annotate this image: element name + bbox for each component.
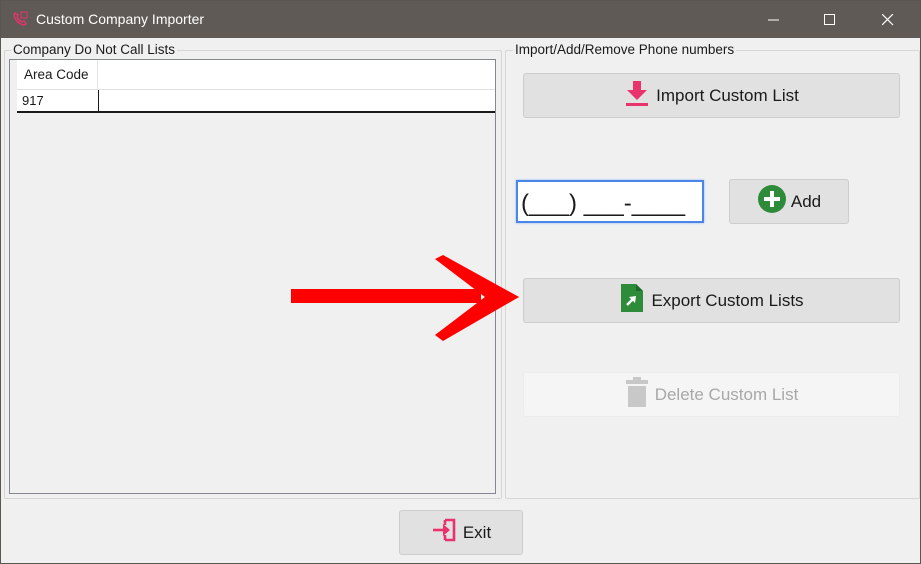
add-label: Add: [790, 191, 822, 211]
exit-label: Exit: [462, 522, 492, 542]
area-code-cell[interactable]: 917: [17, 90, 99, 111]
minimize-icon: [768, 19, 779, 21]
dnc-lists-legend: Company Do Not Call Lists: [11, 42, 178, 57]
import-custom-list-label: Import Custom List: [656, 85, 799, 105]
phone-app-icon: [12, 11, 28, 27]
app-window: Custom Company Importer Company Do Not C…: [0, 0, 921, 564]
column-header-area-code[interactable]: Area Code: [17, 60, 98, 89]
phone-numbers-legend: Import/Add/Remove Phone numbers: [513, 42, 737, 57]
maximize-button[interactable]: [807, 1, 853, 38]
import-custom-list-button[interactable]: Import Custom List: [523, 73, 900, 118]
exit-button[interactable]: Exit: [399, 510, 523, 555]
delete-custom-list-label: Delete Custom List: [654, 384, 799, 404]
maximize-icon: [824, 14, 835, 25]
annotation-arrow: [291, 255, 519, 341]
plus-circle-icon: [757, 184, 787, 219]
delete-custom-list-button[interactable]: Delete Custom List: [523, 372, 900, 417]
minimize-button[interactable]: [751, 1, 797, 38]
export-file-icon: [619, 282, 645, 319]
exit-icon: [431, 517, 457, 548]
download-icon: [624, 79, 650, 112]
grid-header: Area Code: [17, 60, 495, 90]
add-button[interactable]: Add: [729, 179, 849, 224]
trash-icon: [625, 376, 649, 413]
table-row[interactable]: 917: [17, 90, 495, 113]
phone-number-input[interactable]: [516, 180, 704, 223]
export-custom-lists-label: Export Custom Lists: [651, 290, 804, 310]
window-title: Custom Company Importer: [36, 11, 205, 27]
close-button[interactable]: [865, 1, 911, 38]
export-custom-lists-button[interactable]: Export Custom Lists: [523, 278, 900, 323]
title-bar[interactable]: Custom Company Importer: [1, 1, 920, 38]
close-icon: [882, 14, 894, 26]
